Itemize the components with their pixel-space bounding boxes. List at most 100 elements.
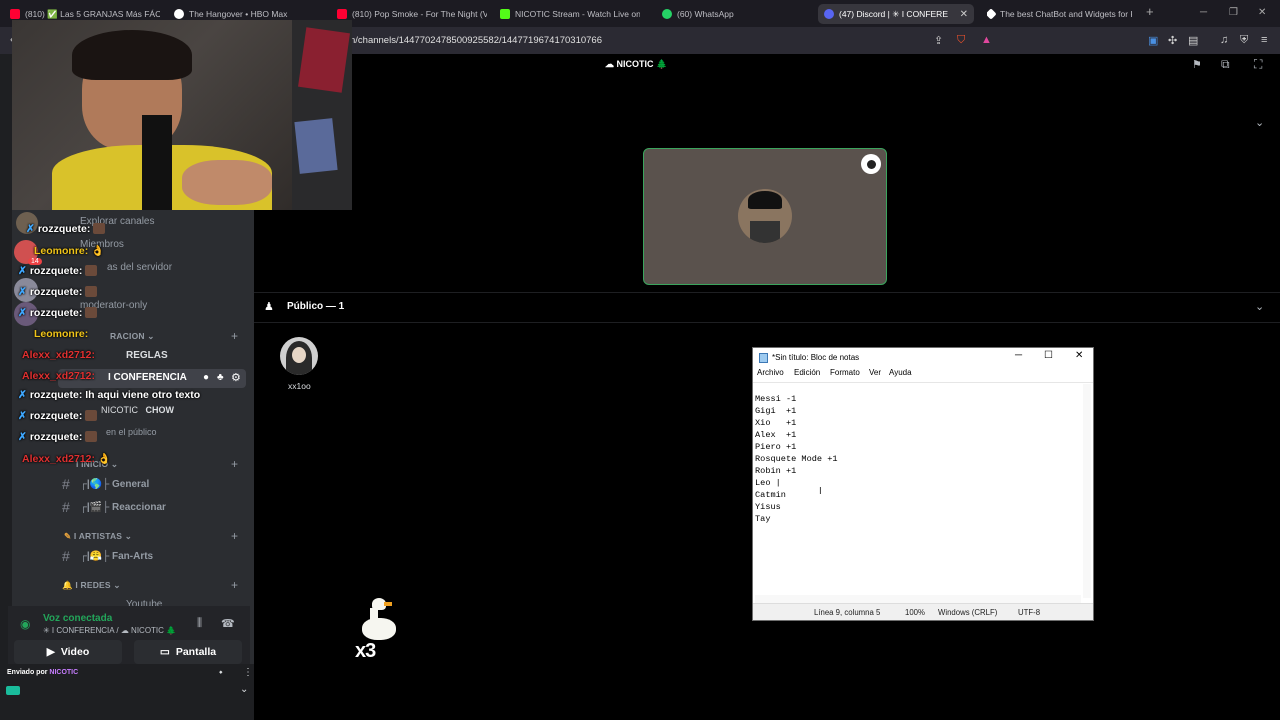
goose-widget xyxy=(358,598,400,642)
divider xyxy=(753,382,1093,383)
minimize-icon[interactable]: ─ xyxy=(1015,350,1022,361)
divider xyxy=(254,322,1280,323)
music-icon[interactable]: ♫ xyxy=(1220,34,1228,46)
emote xyxy=(93,223,106,234)
notification-badge: 14 xyxy=(28,258,42,265)
notepad-line: Gigi +1 xyxy=(755,406,797,416)
category-label: I ARTISTAS xyxy=(73,531,123,541)
channel-reaccionar[interactable]: # ┌|🎬├ Reaccionar xyxy=(62,499,166,515)
chat-icon[interactable]: ● xyxy=(203,372,209,383)
chat-line: Leomonre: xyxy=(34,328,89,340)
screen-label: Pantalla xyxy=(175,646,217,658)
popout-icon[interactable]: ⧉ xyxy=(1221,57,1230,72)
people-icon: ♟ xyxy=(264,301,274,313)
minimize-icon[interactable]: ─ xyxy=(1200,7,1207,18)
translate-icon[interactable]: ▣ xyxy=(1148,34,1158,47)
moderator-icon xyxy=(861,154,881,174)
add-channel-icon[interactable]: + xyxy=(231,578,238,592)
channel-general[interactable]: # ┌|🌎├ General xyxy=(62,476,149,492)
url-field[interactable]: n/channels/1447702478500925582/144771967… xyxy=(350,35,602,46)
maximize-icon[interactable]: ☐ xyxy=(1044,350,1053,361)
close-icon[interactable]: ✕ xyxy=(1075,350,1083,361)
cursor-position: Línea 9, columna 5 xyxy=(814,608,881,617)
emote xyxy=(85,431,98,442)
chat-line: ✗ rozzquete: xyxy=(18,265,98,277)
browser-tab[interactable]: The best ChatBot and Widgets for K xyxy=(987,4,1132,24)
channel-header xyxy=(254,54,1280,76)
notepad-line: Tay xyxy=(755,514,771,524)
chevron-down-icon[interactable]: ⌄ xyxy=(240,684,248,695)
speaker-name: NICOTIC xyxy=(101,405,138,415)
browser-tab[interactable]: (60) WhatsApp xyxy=(662,4,782,24)
chatbot-icon xyxy=(987,8,997,20)
audience-avatar[interactable] xyxy=(280,337,318,375)
add-channel-icon[interactable]: + xyxy=(231,329,238,343)
close-window-icon[interactable]: ✕ xyxy=(1258,7,1266,18)
menu-icon[interactable]: ≡ xyxy=(1261,34,1267,46)
add-channel-icon[interactable]: + xyxy=(231,529,238,543)
share-icon[interactable]: ⇪ xyxy=(934,34,943,47)
channel-label: ┌|🎬├ Reaccionar xyxy=(79,502,166,513)
brave-shield-icon[interactable]: ⛉ xyxy=(957,34,965,47)
emote xyxy=(85,410,98,421)
flag-icon[interactable]: ⚑ xyxy=(1192,58,1202,71)
app-icon xyxy=(6,686,20,695)
category-redes[interactable]: 🔔 I REDES ⌄ xyxy=(62,580,121,591)
pin-icon[interactable]: ⬩ xyxy=(219,667,223,678)
category-moderacion[interactable]: RACION ⌄ xyxy=(110,331,155,342)
video-label: Video xyxy=(60,646,90,658)
server-guide-item[interactable]: as del servidor xyxy=(107,262,172,273)
video-button[interactable]: ▶ Video xyxy=(14,640,122,664)
fullscreen-icon[interactable]: ⛶ xyxy=(1254,57,1262,72)
bell-icon: 🔔 xyxy=(62,580,73,590)
close-tab-icon[interactable]: ✕ xyxy=(960,9,968,20)
menu-edicion[interactable]: Edición xyxy=(794,368,820,377)
sidebar-icon[interactable]: ▤ xyxy=(1188,34,1198,47)
notepad-line: Alex +1 xyxy=(755,430,797,440)
noise-suppression-icon[interactable]: ⫼ xyxy=(197,617,202,630)
notepad-window: *Sin título: Bloc de notas ─ ☐ ✕ Archivo… xyxy=(752,347,1094,621)
tab-title: NICOTIC Stream - Watch Live on xyxy=(515,9,640,19)
tab-title: (60) WhatsApp xyxy=(677,9,734,19)
channel-conferencia[interactable]: I CONFERENCIA xyxy=(108,372,187,383)
add-member-icon[interactable]: ♣ xyxy=(217,372,224,383)
disconnect-icon[interactable]: ☎ xyxy=(221,617,235,630)
emote xyxy=(85,286,98,297)
chat-line: Leomonre: 👌 xyxy=(34,245,105,257)
vertical-scrollbar[interactable] xyxy=(1083,384,1091,598)
browser-tab[interactable]: (810) Pop Smoke - For The Night (V xyxy=(337,4,487,24)
rewards-icon[interactable]: ▲ xyxy=(981,34,992,46)
sword-badge-icon: ✗ xyxy=(18,431,27,443)
new-tab-button[interactable]: + xyxy=(1146,4,1154,19)
voice-status[interactable]: Voz conectada xyxy=(43,613,112,624)
notepad-text-area[interactable]: Messi -1 Gigi +1 Xio +1 Alex +1 Piero +1 Rosq… xyxy=(755,393,838,525)
speaker-video-card[interactable] xyxy=(643,148,887,285)
browser-tab-active[interactable]: (47) Discord | ✳ I CONFERE ✕ xyxy=(818,4,974,24)
channel-youtube[interactable]: Youtube xyxy=(126,599,162,606)
add-channel-icon[interactable]: + xyxy=(231,457,238,471)
chat-line: Alexx_xd2712: xyxy=(22,370,95,382)
category-artistas[interactable]: ✎ I ARTISTAS ⌄ xyxy=(64,531,132,542)
voice-channel[interactable]: ✳ I CONFERENCIA / ☁ NICOTIC 🌲 xyxy=(43,626,176,635)
menu-archivo[interactable]: Archivo xyxy=(757,368,784,377)
chat-line: ✗ rozzquete: Ih aqui viene otro texto xyxy=(18,389,201,401)
vpn-icon[interactable]: ⛨ xyxy=(1240,34,1248,47)
restore-icon[interactable]: ❐ xyxy=(1229,7,1238,18)
chevron-down-icon[interactable]: ⌄ xyxy=(1255,116,1264,129)
audience-item[interactable]: en el público xyxy=(106,427,157,437)
tab-title: The Hangover • HBO Max xyxy=(189,9,288,19)
chat-line: ✗ rozzquete: xyxy=(18,286,98,298)
menu-ver[interactable]: Ver xyxy=(869,368,881,377)
chevron-down-icon[interactable]: ⌄ xyxy=(1255,300,1264,313)
menu-ayuda[interactable]: Ayuda xyxy=(889,368,912,377)
channel-reglas[interactable]: REGLAS xyxy=(126,350,168,361)
menu-formato[interactable]: Formato xyxy=(830,368,860,377)
horizontal-scrollbar[interactable] xyxy=(755,595,1081,603)
channel-fan-arts[interactable]: # ┌|😤├ Fan-Arts xyxy=(62,548,153,564)
browser-tab[interactable]: NICOTIC Stream - Watch Live on xyxy=(500,4,640,24)
hash-icon: # xyxy=(62,476,70,492)
extensions-icon[interactable]: ✣ xyxy=(1168,34,1177,47)
screen-share-button[interactable]: ▭ Pantalla xyxy=(134,640,242,664)
gear-icon[interactable]: ⚙ xyxy=(231,371,241,384)
more-icon[interactable]: ⋮ xyxy=(243,667,253,678)
